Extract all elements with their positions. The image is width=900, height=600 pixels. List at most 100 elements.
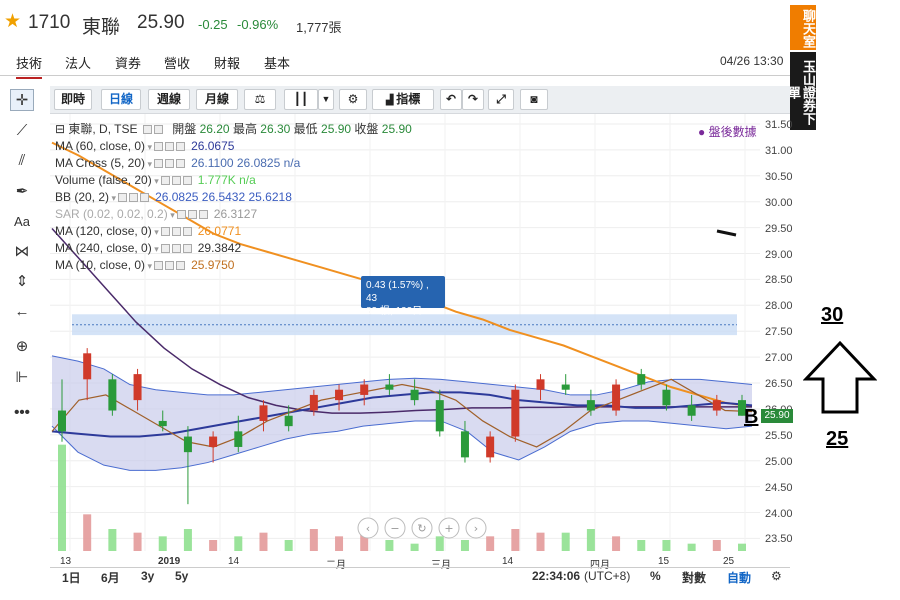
tab-basic[interactable]: 基本	[264, 53, 290, 72]
legend-row-dropdown-icon[interactable]: ▾	[145, 142, 153, 152]
legend-eye-icon[interactable]	[176, 210, 186, 220]
legend-remove-icon[interactable]	[140, 193, 150, 203]
legend-eye-icon[interactable]	[160, 176, 170, 186]
legend-settings-icon[interactable]	[187, 210, 197, 220]
settings-gear-icon[interactable]: ⚙	[339, 89, 367, 110]
favorite-star-icon[interactable]: ★	[4, 11, 21, 33]
range-5y-button[interactable]: 5y	[175, 569, 188, 583]
weekly-button[interactable]: 週線	[148, 89, 190, 110]
legend-eye-icon[interactable]	[160, 227, 170, 237]
indicators-button[interactable]: ▟ 指標	[372, 89, 434, 110]
legend-row-dropdown-icon[interactable]: ▾	[145, 159, 153, 169]
camera-snapshot-icon[interactable]: ◙	[520, 89, 548, 110]
monthly-button[interactable]: 月線	[196, 89, 238, 110]
tab-institutional[interactable]: 法人	[65, 53, 91, 72]
legend-eye-icon[interactable]	[154, 142, 164, 152]
legend-settings-icon[interactable]	[171, 176, 181, 186]
legend-settings-icon[interactable]	[165, 142, 175, 152]
legend-remove-icon[interactable]	[176, 261, 186, 271]
pattern-tool-icon[interactable]: ⋈	[10, 241, 34, 263]
legend-row-label: SAR (0.02, 0.02, 0.2)	[55, 207, 168, 221]
realtime-button[interactable]: 即時	[54, 89, 92, 110]
measure-ruler-icon[interactable]: ⊩	[10, 367, 34, 389]
y-tick: 26.50	[765, 378, 793, 390]
tab-financials[interactable]: 財報	[214, 53, 240, 72]
candle-body	[586, 400, 595, 411]
legend-remove-icon[interactable]	[182, 176, 192, 186]
candle-style-icon[interactable]: ┃┃	[284, 89, 318, 110]
legend-eye-icon[interactable]	[142, 125, 152, 135]
fibonacci-tool-icon[interactable]: ⫽	[10, 150, 34, 172]
y-tick: 30.50	[765, 170, 793, 183]
legend-settings-icon[interactable]	[165, 261, 175, 271]
fullscreen-icon[interactable]: ⤢	[488, 89, 514, 110]
candle-body	[612, 384, 621, 411]
legend-remove-icon[interactable]	[182, 244, 192, 254]
brush-tool-icon[interactable]: ✒	[10, 181, 34, 203]
candlesticks	[58, 348, 746, 505]
volume-bar	[183, 529, 192, 551]
volume-bar	[637, 540, 646, 551]
legend-row-dropdown-icon[interactable]: ▾	[168, 210, 175, 220]
tab-margin[interactable]: 資券	[115, 53, 141, 72]
candle-body	[183, 436, 192, 453]
chevron-down-icon[interactable]: ▼	[318, 89, 334, 110]
legend-remove-icon[interactable]	[176, 142, 186, 152]
legend-remove-icon[interactable]	[182, 227, 192, 237]
range-6m-button[interactable]: 6月	[101, 569, 120, 586]
zoom-controls[interactable]: ‹ − ↻ + ›	[357, 517, 487, 539]
legend-open-label: 開盤	[172, 122, 197, 136]
legend-settings-icon[interactable]	[153, 125, 163, 135]
legend-eye-icon[interactable]	[160, 244, 170, 254]
x-tick: 2019	[158, 556, 181, 567]
daily-button[interactable]: 日線	[101, 89, 141, 110]
percent-scale-toggle[interactable]: %	[650, 569, 661, 583]
candle-body	[284, 415, 293, 427]
tab-revenue[interactable]: 營收	[164, 53, 190, 72]
arrow-tool-icon[interactable]: ←	[10, 301, 34, 323]
legend-row-dropdown-icon[interactable]: ▾	[152, 176, 159, 186]
crosshair-tool-icon[interactable]: ✛	[10, 89, 34, 111]
volume-bar	[460, 540, 469, 551]
collapse-legend-icon[interactable]: ⊟	[55, 122, 68, 136]
zoom-in-tool-icon[interactable]: ⊕	[10, 336, 34, 358]
legend-row-dropdown-icon[interactable]: ▾	[109, 193, 117, 203]
legend-settings-icon[interactable]	[165, 159, 175, 169]
legend-settings-icon[interactable]	[171, 244, 181, 254]
legend-row-dropdown-icon[interactable]: ▾	[152, 227, 159, 237]
chart-settings-gear-icon[interactable]: ⚙	[771, 569, 782, 583]
auto-scale-toggle[interactable]: 自動	[727, 569, 751, 586]
legend-settings-icon[interactable]	[129, 193, 139, 203]
legend-settings-icon[interactable]	[171, 227, 181, 237]
chat-room-badge[interactable]: 聊天室	[790, 5, 816, 50]
legend-row-dropdown-icon[interactable]: ▾	[152, 244, 159, 254]
legend-row-dropdown-icon[interactable]: ▾	[145, 261, 153, 271]
redo-icon[interactable]: ↷	[462, 89, 484, 110]
bottom-bar	[50, 567, 790, 584]
trendline-tool-icon[interactable]: ⟋	[10, 120, 34, 142]
after-hours-data-toggle[interactable]: ● 盤後數據	[698, 123, 757, 140]
text-tool-icon[interactable]: Aa	[10, 211, 34, 233]
y-tick: 29.50	[765, 222, 793, 235]
range-1d-button[interactable]: 1日	[62, 569, 81, 586]
log-scale-toggle[interactable]: 對數	[682, 569, 706, 586]
volume-bar	[259, 532, 268, 551]
legend-main: ⊟ 東聯, D, TSE 開盤 26.20 最高 26.30 最低 25.90 …	[55, 121, 412, 137]
compare-scale-icon[interactable]: ⚖	[244, 89, 276, 110]
range-3y-button[interactable]: 3y	[141, 569, 154, 583]
volume-bar	[738, 543, 746, 551]
legend-row: Volume (false, 20) ▾ 1.777K n/a	[55, 172, 256, 188]
legend-remove-icon[interactable]	[176, 159, 186, 169]
undo-icon[interactable]: ↶	[440, 89, 462, 110]
measure-tool-icon[interactable]: ⇕	[10, 271, 34, 293]
more-tools-icon[interactable]: •••	[10, 402, 34, 424]
y-tick: 31.50	[765, 119, 793, 131]
legend-eye-icon[interactable]	[154, 261, 164, 271]
legend-remove-icon[interactable]	[198, 210, 208, 220]
candle-body	[435, 400, 444, 432]
broker-order-badge[interactable]: 玉山證券下單	[786, 52, 816, 130]
zoom-control-icon: ‹	[366, 522, 370, 535]
candle-body	[536, 379, 545, 390]
legend-eye-icon[interactable]	[154, 159, 164, 169]
legend-eye-icon[interactable]	[118, 193, 128, 203]
